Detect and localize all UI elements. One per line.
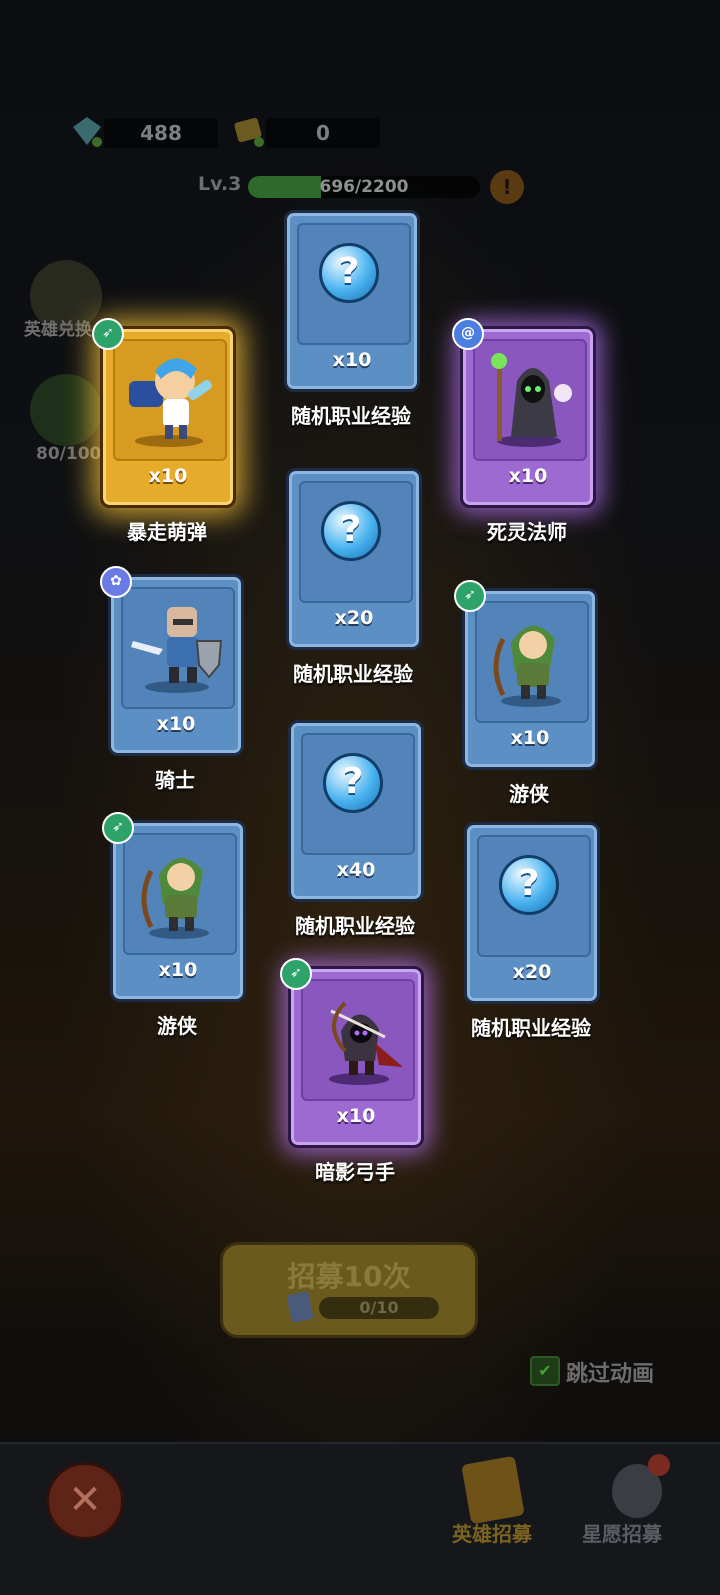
hero-recruit-label: 英雄招募: [452, 1522, 532, 1546]
bow-class-icon: ➶: [102, 812, 134, 844]
card-name: 暗影弓手: [315, 1160, 395, 1184]
card-name: 随机职业经验: [291, 404, 411, 428]
card-face: ? x40: [288, 720, 424, 902]
card-face: x10: [110, 820, 246, 1002]
bow-class-icon: ➶: [280, 958, 312, 990]
close-button[interactable]: ✕: [46, 1462, 124, 1540]
card-face: x10: [460, 326, 596, 508]
reward-card[interactable]: x10 ➶ 游侠: [102, 812, 246, 1038]
reward-card[interactable]: ? x20 随机职业经验: [464, 822, 600, 1040]
hero-exchange-label: 英雄兑换: [24, 320, 92, 340]
card-count: x20: [512, 961, 552, 983]
recruit-card-icon: [461, 1455, 525, 1525]
reward-card[interactable]: ? x40 随机职业经验: [288, 720, 424, 938]
card-face: x10: [462, 588, 598, 770]
question-orb-icon: ?: [323, 753, 383, 813]
card-count: x10: [156, 713, 196, 735]
card-name: 随机职业经验: [293, 662, 413, 686]
question-orb-icon: ?: [499, 855, 559, 915]
card-face: ? x10: [284, 210, 420, 392]
skip-animation-label: 跳过动画: [566, 1362, 655, 1387]
bow-class-icon: ➶: [92, 318, 124, 350]
question-orb-icon: ?: [319, 243, 379, 303]
alert-icon[interactable]: !: [490, 170, 524, 204]
player-level: Lv.3: [198, 173, 242, 195]
hero-shadow-archer-icon: [309, 981, 405, 1089]
card-name: 游侠: [509, 782, 549, 806]
hero-ranger-icon: [483, 603, 579, 711]
paw-class-icon: ✿: [100, 566, 132, 598]
hero-knight-icon: [129, 589, 225, 697]
reward-card[interactable]: x10 ➶ 暴走萌弹: [92, 318, 236, 544]
reward-card[interactable]: x10 @ 死灵法师: [452, 318, 596, 544]
reward-card[interactable]: x10 ➶ 暗影弓手: [280, 958, 424, 1184]
hero-necromancer-icon: [481, 341, 577, 449]
card-face: ? x20: [286, 468, 422, 650]
card-name: 游侠: [157, 1014, 197, 1038]
card-name: 死灵法师: [487, 520, 567, 544]
card-face: x10: [100, 326, 236, 508]
hero-gunner-icon: [121, 341, 217, 449]
exp-bar: 696/2200: [248, 176, 480, 198]
star-progress-label: 80/100: [36, 444, 102, 464]
card-face: x10: [108, 574, 244, 756]
skip-animation-checkbox[interactable]: ✔: [530, 1356, 560, 1386]
recruit-progress: 0/10: [319, 1297, 439, 1319]
reward-card[interactable]: ? x10 随机职业经验: [284, 210, 420, 428]
card-count: x10: [158, 959, 198, 981]
reward-card[interactable]: x10 ➶ 游侠: [454, 580, 598, 806]
recruit-label: 招募10次: [287, 1260, 411, 1293]
reward-card[interactable]: ? x20 随机职业经验: [286, 468, 422, 686]
card-count: x40: [336, 859, 376, 881]
card-name: 暴走萌弹: [127, 520, 207, 544]
ticket-count: 0: [266, 118, 380, 148]
swirl-class-icon: @: [452, 318, 484, 350]
card-name: 随机职业经验: [295, 914, 415, 938]
card-count: x10: [510, 727, 550, 749]
card-count: x10: [332, 349, 372, 371]
recruit-ten-button[interactable]: 招募10次 0/10: [220, 1242, 478, 1338]
card-count: x10: [508, 465, 548, 487]
gem-icon: [70, 114, 104, 148]
reward-card[interactable]: x10 ✿ 骑士: [100, 566, 244, 792]
card-count: x20: [334, 607, 374, 629]
star-progress-button[interactable]: [30, 374, 102, 446]
bow-class-icon: ➶: [454, 580, 486, 612]
card-count: x10: [148, 465, 188, 487]
gem-count: 488: [104, 118, 218, 148]
recruit-ticket-icon: [286, 1291, 314, 1323]
card-count: x10: [336, 1105, 376, 1127]
card-face: x10: [288, 966, 424, 1148]
card-face: ? x20: [464, 822, 600, 1004]
question-orb-icon: ?: [321, 501, 381, 561]
card-name: 骑士: [155, 768, 195, 792]
exp-text: 696/2200: [319, 177, 409, 197]
wish-recruit-label: 星愿招募: [582, 1522, 662, 1546]
notification-badge-icon: [648, 1454, 670, 1476]
card-name: 随机职业经验: [471, 1016, 591, 1040]
ticket-icon: [232, 114, 266, 148]
hero-ranger-icon: [131, 835, 227, 943]
